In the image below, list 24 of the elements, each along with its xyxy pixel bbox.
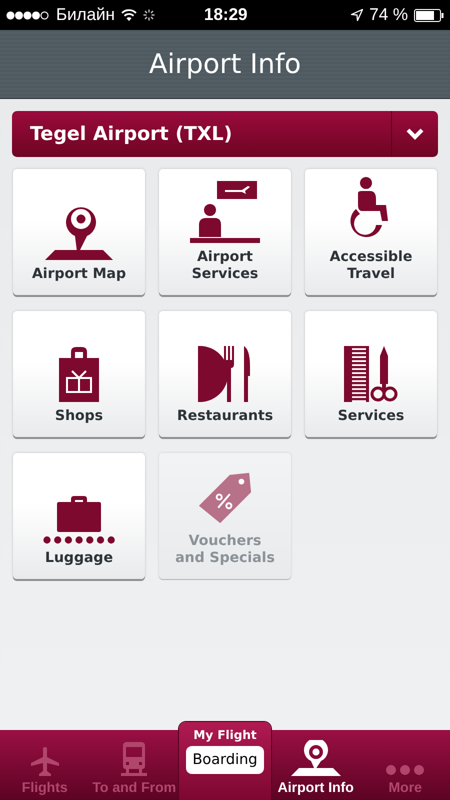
tile-label: Vouchers and Specials: [175, 533, 275, 567]
tile-label: Restaurants: [176, 408, 274, 425]
boarding-status-badge: Boarding: [186, 746, 264, 774]
my-flight-tab[interactable]: My Flight Boarding: [179, 722, 271, 800]
tile-label: Services: [338, 408, 404, 425]
tile-label: Luggage: [45, 550, 113, 567]
battery-percent: 74 %: [369, 5, 408, 25]
tile-label: Accessible Travel: [330, 249, 412, 283]
tile-label: Airport Services: [192, 249, 258, 283]
category-tile[interactable]: Services: [305, 311, 437, 437]
category-tile[interactable]: Luggage: [13, 453, 145, 579]
category-tile[interactable]: Restaurants: [159, 311, 291, 437]
page-title: Airport Info: [148, 48, 302, 80]
airport-dropdown[interactable]: Tegel Airport (TXL): [12, 111, 438, 157]
carrier-name: Билайн: [56, 5, 115, 25]
tile-label: Airport Map: [32, 266, 126, 283]
category-tile[interactable]: Accessible Travel: [305, 169, 437, 295]
status-time: 18:29: [204, 5, 248, 25]
tile-label: Shops: [54, 408, 104, 425]
category-tile[interactable]: Airport Services: [159, 169, 291, 295]
category-tile[interactable]: Shops: [13, 311, 145, 437]
category-tile[interactable]: Airport Map: [13, 169, 145, 295]
tab-bar-item[interactable]: Airport Info: [271, 730, 360, 800]
my-flight-label: My Flight: [193, 728, 257, 742]
